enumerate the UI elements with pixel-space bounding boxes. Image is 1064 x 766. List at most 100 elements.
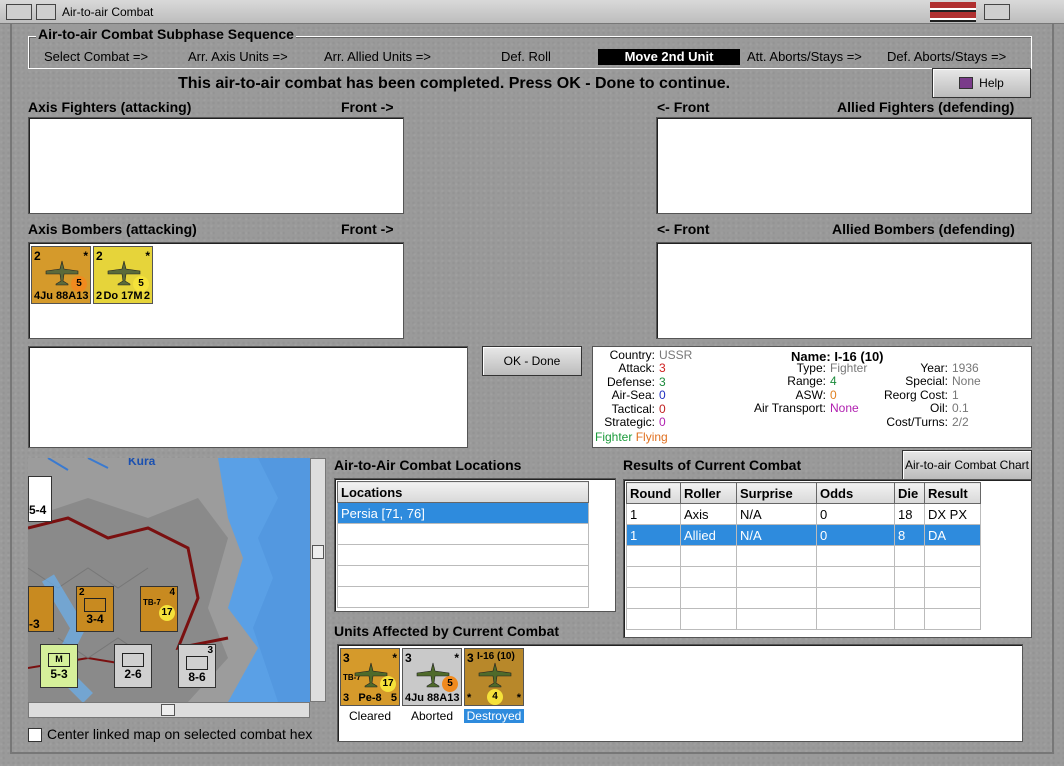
results-cell (626, 566, 681, 588)
center-map-checkbox[interactable] (28, 728, 42, 742)
affected-counter[interactable]: 3 4 * * I-16 (10) (464, 648, 524, 706)
map-edge-unit[interactable]: 5-4 (28, 476, 52, 522)
step-att-aborts: Att. Aborts/Stays => (747, 49, 862, 64)
map-vertical-scrollbar[interactable] (310, 458, 326, 702)
affected-unit[interactable]: 3 4 * * I-16 (10) Destroyed (464, 648, 524, 723)
combat-log-box (28, 346, 468, 448)
info-left-row: Strategic: 0 (593, 415, 693, 430)
results-row[interactable] (626, 566, 981, 588)
counter-star: * (83, 249, 88, 263)
bomber-counter-do17[interactable]: 2 * 5 2 Do 17M 2 (93, 246, 153, 304)
affected-counter[interactable]: 3 * 5 4 Ju 88A1 3 (402, 648, 462, 706)
map-unit-xx[interactable]: 2-6 (114, 644, 152, 688)
affected-unit[interactable]: 3 * TB-7 17 3 Pe-8 5 Cleared (340, 648, 400, 723)
allied-fighters-label: Allied Fighters (defending) (837, 99, 1015, 115)
unit-info-middle: Type: Fighter Range: 4 ASW: 0 Air Transport: No… (729, 361, 879, 416)
allied-fighters-box[interactable] (656, 117, 1032, 214)
location-row-empty[interactable] (337, 565, 589, 587)
center-map-label: Center linked map on selected combat hex (47, 726, 313, 742)
info-left-key: Strategic: (604, 415, 655, 430)
linked-map[interactable]: Kura 5-4 -3 2 3-4 4 TB-7 17 M 5-3 2-6 3 … (28, 458, 310, 702)
map-unit-xxx[interactable]: 3 8-6 (178, 644, 216, 688)
map-unit-air[interactable]: 4 TB-7 17 (140, 586, 178, 632)
tag-fighter: Fighter (595, 430, 633, 444)
info-left-value: 0 (659, 401, 666, 416)
axis-fighters-box[interactable] (28, 117, 404, 214)
book-icon (959, 77, 974, 89)
affected-unit[interactable]: 3 * 5 4 Ju 88A1 3 Aborted (402, 648, 462, 723)
info-left-key: Country: (609, 348, 655, 362)
results-cell: 18 (894, 503, 925, 525)
unit-value: 5-3 (50, 667, 68, 681)
location-row[interactable]: Persia [71, 76] (337, 502, 589, 524)
results-col-round[interactable]: Round (626, 482, 681, 504)
help-button-label: Help (979, 76, 1004, 90)
results-row[interactable]: 1 Axis N/A 0 18 DX PX (626, 503, 981, 525)
info-mid-key: Type: (796, 361, 826, 375)
info-right-key: Oil: (930, 401, 948, 416)
window-menu-icon[interactable] (6, 4, 32, 20)
results-col-result[interactable]: Result (924, 482, 981, 504)
map-vscroll-thumb[interactable] (312, 545, 324, 559)
ok-done-button[interactable]: OK - Done (482, 346, 582, 376)
info-left-key: Defense: (606, 374, 655, 389)
counter-name: Ju 88A1 (411, 692, 454, 704)
info-right-value: None (952, 374, 981, 389)
unit-top: 2 (79, 587, 85, 598)
affected-counter[interactable]: 3 * TB-7 17 3 Pe-8 5 (340, 648, 400, 706)
map-hscroll-thumb[interactable] (161, 704, 175, 716)
map-unit-inf[interactable]: 2 3-4 (76, 586, 114, 632)
info-mid-row: Air Transport: None (729, 401, 879, 415)
results-row[interactable] (626, 587, 981, 609)
counter-range-badge: 5 (442, 676, 458, 692)
plane-icon (478, 662, 512, 688)
allied-bombers-box[interactable] (656, 242, 1032, 339)
bomber-counter-ju88[interactable]: 2 * 5 4 Ju 88A1 3 (31, 246, 91, 304)
locations-header: Locations (337, 481, 589, 503)
axis-fighters-label: Axis Fighters (attacking) (28, 99, 192, 115)
counter-star: * (454, 651, 459, 665)
results-row[interactable] (626, 545, 981, 567)
axis-bombers-front: Front -> (341, 221, 394, 237)
results-col-surprise[interactable]: Surprise (736, 482, 817, 504)
status-message: This air-to-air combat has been complete… (178, 75, 731, 92)
locations-title: Air-to-Air Combat Locations (334, 457, 522, 473)
map-edge-unit-2[interactable]: -3 (28, 586, 54, 632)
info-mid-key: Range: (787, 374, 826, 389)
unit-symbol-icon (84, 598, 106, 612)
info-mid-value: 4 (830, 374, 837, 389)
info-right-key: Reorg Cost: (883, 387, 948, 402)
affected-title: Units Affected by Current Combat (334, 623, 560, 639)
info-right-row: Special: None (871, 374, 1001, 389)
results-col-roller[interactable]: Roller (680, 482, 737, 504)
results-cell: Allied (680, 524, 737, 546)
results-cell (626, 545, 681, 567)
unit-info-right: Year: 1936 Special: None Reorg Cost: 1 Oil: 0.1… (871, 361, 1001, 429)
map-horizontal-scrollbar[interactable] (28, 702, 310, 718)
combat-chart-button[interactable]: Air-to-air Combat Chart (902, 450, 1032, 480)
counter-bottom-right: * (516, 692, 521, 704)
location-row-empty[interactable] (337, 586, 589, 608)
results-row[interactable] (626, 608, 981, 630)
location-row-empty[interactable] (337, 523, 589, 545)
location-row-empty[interactable] (337, 544, 589, 566)
info-right-value: 1 (952, 387, 959, 402)
map-unit-mech[interactable]: M 5-3 (40, 644, 78, 688)
step-arr-axis: Arr. Axis Units => (188, 49, 288, 64)
locations-list[interactable]: Locations Persia [71, 76] (334, 478, 616, 612)
results-col-odds[interactable]: Odds (816, 482, 895, 504)
title-bar: Air-to-air Combat (0, 0, 1064, 24)
close-icon[interactable] (984, 4, 1010, 20)
step-def-aborts: Def. Aborts/Stays => (887, 49, 1007, 64)
help-button[interactable]: Help (932, 68, 1031, 98)
results-row[interactable]: 1 Allied N/A 0 8 DA (626, 524, 981, 546)
counter-attack: 2 (96, 249, 103, 263)
edge-unit-value-2: -3 (29, 617, 40, 631)
results-cell: N/A (736, 503, 817, 525)
results-cell (816, 545, 895, 567)
sequence-title: Air-to-air Combat Subphase Sequence (36, 26, 296, 42)
axis-bombers-box[interactable]: 2 * 5 4 Ju 88A1 3 2 * 5 2 Do 17M 2 (28, 242, 404, 339)
unit-symbol-icon: M (48, 653, 70, 667)
minimize-icon[interactable] (36, 4, 56, 20)
results-col-die[interactable]: Die (894, 482, 925, 504)
